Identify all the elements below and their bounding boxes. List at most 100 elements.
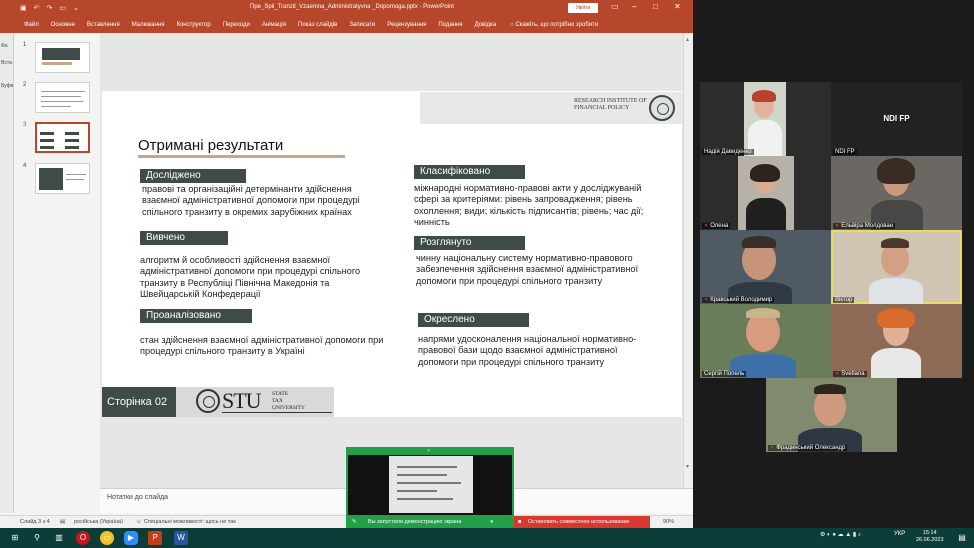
tab-design[interactable]: Конструктор bbox=[176, 22, 210, 28]
participant-tile[interactable]: ✕ Svetlana bbox=[831, 304, 962, 378]
title-underline bbox=[138, 155, 345, 158]
word-app-icon[interactable]: W bbox=[174, 531, 188, 545]
mic-off-icon: ✕ bbox=[770, 445, 775, 451]
participant-initials: NDI FP bbox=[883, 114, 910, 123]
participant-tile[interactable]: Надія Давиденко bbox=[700, 82, 831, 156]
tab-review[interactable]: Рецензування bbox=[387, 22, 426, 28]
participant-name: ✕ Ельвіра Молдован bbox=[833, 223, 896, 229]
share-notice-bar: ✎ Вы запустили демонстрацию экрана ● bbox=[346, 516, 514, 528]
file-explorer-icon[interactable]: ▭ bbox=[100, 531, 114, 545]
slide-title: Отримані результати bbox=[138, 137, 284, 154]
tab-home[interactable]: Основне bbox=[51, 22, 75, 28]
accessibility-icon[interactable]: ☺ bbox=[136, 519, 142, 525]
zoom-app-icon[interactable]: ▶ bbox=[124, 531, 138, 545]
collapse-chevron-icon[interactable]: ⌄ bbox=[426, 446, 431, 453]
scroll-up-icon[interactable]: ▴ bbox=[686, 36, 689, 43]
participant-tile[interactable]: ✕ Олена bbox=[700, 156, 831, 230]
screen: ▣ ↶ ↷ ▭ ⌄ Пре_Spil_Tranzit_Vzaemna_Admin… bbox=[0, 0, 974, 548]
left-strip-label-3: Буфе bbox=[1, 83, 14, 89]
sign-in-button[interactable]: Увійти bbox=[568, 3, 598, 13]
page-number-box: Сторінка 02 bbox=[102, 387, 176, 417]
language-status[interactable]: російська (Україна) bbox=[74, 519, 123, 525]
redo-icon[interactable]: ↷ bbox=[47, 4, 53, 12]
tab-file[interactable]: Файл bbox=[24, 22, 39, 28]
start-slideshow-icon[interactable]: ▭ bbox=[59, 4, 66, 12]
notifications-icon[interactable]: ▤ bbox=[955, 531, 969, 545]
powerpoint-app-icon[interactable]: P bbox=[148, 531, 162, 545]
notes-placeholder: Нотатки до слайда bbox=[107, 494, 169, 501]
participant-tile[interactable]: ✕ Фрадинський Олександр bbox=[766, 378, 897, 452]
vertical-scrollbar[interactable]: ▴ ▾ bbox=[683, 33, 693, 488]
customize-toolbar-icon[interactable]: ⌄ bbox=[73, 4, 79, 12]
slide-thumbnails-pane: 1 2 3 4 bbox=[14, 33, 100, 513]
participant-tile[interactable]: Сергій Попель bbox=[700, 304, 831, 378]
left-strip-label-1: Фа bbox=[1, 43, 8, 49]
accessibility-status[interactable]: Спеціальні можливості: щось не так bbox=[144, 519, 236, 525]
slide-editor: RESEARCH INSTITUTE OF FINANCIAL POLICY О… bbox=[100, 33, 688, 488]
minimize-icon[interactable]: – bbox=[632, 2, 636, 11]
slide-counter: Слайд 3 з 4 bbox=[20, 519, 50, 525]
thumb-number: 3 bbox=[23, 122, 27, 128]
result-text-outlined: напрями удосконалення національної норма… bbox=[418, 334, 637, 367]
save-icon[interactable]: ▣ bbox=[20, 4, 27, 12]
share-shield-icon: ● bbox=[490, 519, 494, 525]
search-icon[interactable]: ⚲ bbox=[30, 531, 44, 545]
maximize-icon[interactable]: □ bbox=[653, 2, 658, 11]
stu-logo-words: STATE TAX UNIVERSITY bbox=[272, 391, 305, 412]
participant-tile[interactable]: ✕ Ельвіра Молдован bbox=[831, 156, 962, 230]
stop-icon: ■ bbox=[518, 519, 522, 525]
document-title: Пре_Spil_Tranzit_Vzaemna_Administratyvna… bbox=[250, 4, 454, 10]
ribbon-options-icon[interactable]: ▭ bbox=[611, 2, 619, 11]
participant-name: ✕ Олена bbox=[702, 223, 731, 229]
slide-thumbnail-3[interactable] bbox=[35, 122, 90, 153]
tab-view[interactable]: Подання bbox=[438, 22, 462, 28]
participant-name-text: Кравський Володимир bbox=[710, 297, 773, 303]
tab-animations[interactable]: Анімація bbox=[262, 22, 286, 28]
tell-me-search[interactable]: ○ Скажіть, що потрібно зробити bbox=[510, 22, 598, 28]
institute-emblem-icon bbox=[649, 95, 675, 121]
participant-tile[interactable]: ✕ Кравський Володимир bbox=[700, 230, 831, 304]
keyboard-language[interactable]: УКР bbox=[894, 531, 905, 537]
close-icon[interactable]: ✕ bbox=[674, 2, 681, 11]
mic-off-icon: ✕ bbox=[835, 223, 840, 229]
slide-thumbnail-4[interactable] bbox=[35, 163, 90, 194]
title-bar: ▣ ↶ ↷ ▭ ⌄ Пре_Spil_Tranzit_Vzaemna_Admin… bbox=[0, 0, 693, 17]
result-label-studied: Вивчено bbox=[140, 231, 228, 245]
ribbon-tabs: Файл Основне Вставлення Малювання Констр… bbox=[0, 17, 693, 33]
current-slide[interactable]: RESEARCH INSTITUTE OF FINANCIAL POLICY О… bbox=[102, 91, 682, 417]
slide-thumbnail-1[interactable] bbox=[35, 42, 90, 73]
tell-me-label: Скажіть, що потрібно зробити bbox=[515, 22, 599, 28]
participant-tile[interactable]: NDI FP NDI FP bbox=[831, 82, 962, 156]
clock[interactable]: 15:14 26.06.2023 bbox=[916, 530, 944, 544]
video-gallery: Надія Давиденко NDI FP NDI FP ✕ Олена ✕ Ел… bbox=[693, 0, 974, 528]
stu-logo-letters: STU bbox=[222, 388, 262, 413]
result-label-outlined: Окреслено bbox=[418, 313, 529, 327]
page-number: 02 bbox=[154, 396, 168, 408]
windows-start-icon[interactable]: ⊞ bbox=[8, 531, 22, 545]
stop-sharing-button[interactable]: ■ Остановить совместное использование bbox=[514, 516, 650, 528]
slide-thumbnail-2[interactable] bbox=[35, 82, 90, 113]
clipped-left-panel: Фа Вста Буфе bbox=[0, 33, 14, 513]
stu-word: UNIVERSITY bbox=[272, 405, 305, 411]
preview-thumbnail bbox=[389, 456, 473, 513]
result-text-studied: алгоритм й особливості здійснення взаємн… bbox=[140, 255, 361, 299]
participant-tile-active-speaker[interactable]: Віктор bbox=[831, 230, 962, 304]
task-view-icon[interactable]: ▥ bbox=[52, 531, 66, 545]
opera-icon[interactable]: O bbox=[76, 531, 90, 545]
tab-draw[interactable]: Малювання bbox=[132, 22, 165, 28]
preview-frame bbox=[348, 455, 512, 515]
spellcheck-icon[interactable]: ▤ bbox=[60, 519, 65, 525]
clock-date: 26.06.2023 bbox=[916, 537, 944, 543]
tab-record[interactable]: Записати bbox=[349, 22, 375, 28]
system-tray-icons[interactable]: ⚙ ◐ ● ☁ ▲ ▮ ♪ bbox=[820, 531, 861, 538]
result-text-investigated: правові та організаційні детермінанти зд… bbox=[142, 184, 360, 217]
undo-icon[interactable]: ↶ bbox=[34, 4, 40, 12]
scroll-down-icon[interactable]: ▾ bbox=[686, 463, 689, 470]
screen-share-preview: ⌄ bbox=[346, 447, 514, 516]
zoom-level[interactable]: 90% bbox=[663, 519, 674, 525]
tab-transitions[interactable]: Переходи bbox=[223, 22, 250, 28]
tab-help[interactable]: Довідка bbox=[475, 22, 497, 28]
left-strip-label-2: Вста bbox=[1, 60, 12, 66]
tab-slideshow[interactable]: Показ слайдів bbox=[298, 22, 337, 28]
tab-insert[interactable]: Вставлення bbox=[87, 22, 120, 28]
